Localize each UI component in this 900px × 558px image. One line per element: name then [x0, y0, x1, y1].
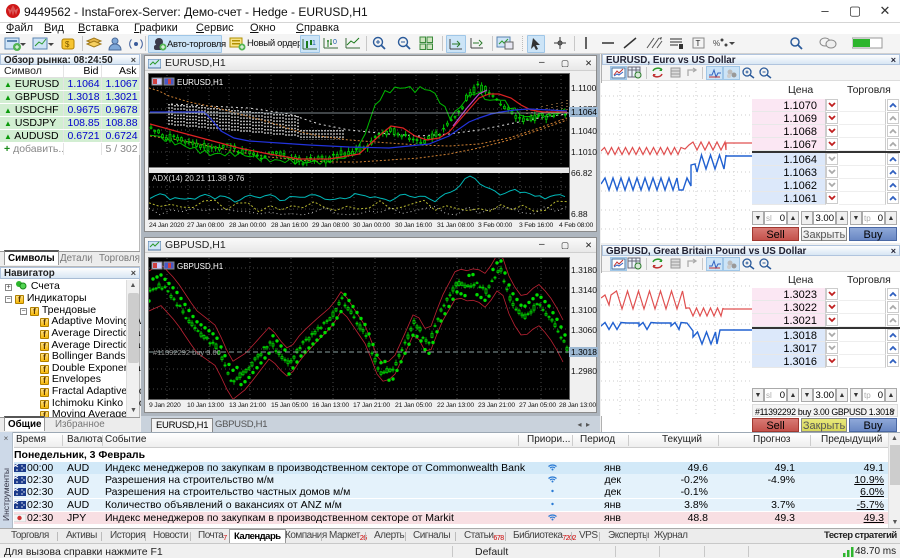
- svg-text:%: %: [713, 39, 720, 48]
- svg-text:0: 0: [333, 39, 337, 46]
- svg-text:ADX(14) 20.21 11.38 9.76: ADX(14) 20.21 11.38 9.76: [152, 174, 245, 183]
- svg-text:GBPUSD,H1: GBPUSD,H1: [177, 262, 224, 271]
- svg-text:EURUSD,H1: EURUSD,H1: [177, 78, 224, 87]
- svg-text:1: 1: [312, 40, 316, 47]
- svg-text:T: T: [696, 39, 701, 48]
- svg-text:#11392292 buy 3.00: #11392292 buy 3.00: [153, 348, 221, 357]
- svg-text:$: $: [65, 40, 70, 49]
